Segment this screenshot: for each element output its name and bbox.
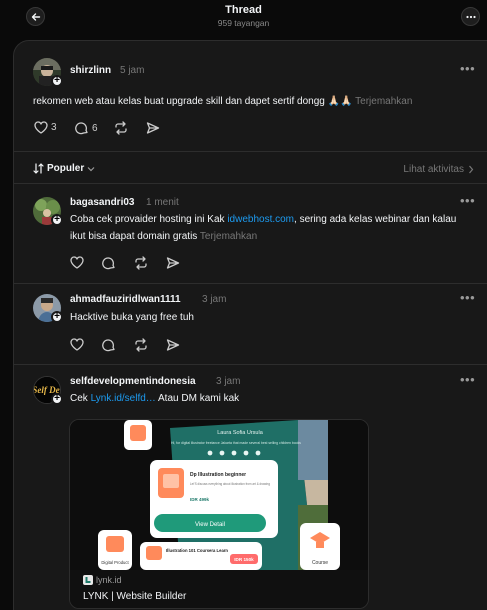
comment-icon: [102, 339, 115, 352]
reply-post: + ahmadfauziridlwan1111 3 jam ••• Hackti…: [14, 283, 487, 364]
preview-footer: lynk.id LYNK | Website Builder: [70, 570, 368, 608]
repost-button[interactable]: [114, 121, 128, 135]
username[interactable]: shirzlinn: [70, 65, 111, 76]
post-actions: 3 6: [34, 121, 234, 137]
post-link[interactable]: idwebhost.com: [227, 214, 294, 225]
view-activity-label: Lihat aktivitas: [403, 164, 464, 175]
post-body: Cek: [70, 393, 91, 404]
preview-card2-title: Illustration 101 Coursera Learn: [166, 548, 228, 553]
thread-panel: + shirzlinn 5 jam ••• rekomen web atau k…: [13, 40, 487, 610]
username[interactable]: ahmadfauziridlwan1111: [70, 294, 181, 305]
translate-link[interactable]: Terjemahkan: [200, 231, 257, 242]
repost-button[interactable]: [134, 256, 148, 270]
like-button[interactable]: [70, 338, 84, 351]
post-time: 1 menit: [146, 197, 179, 208]
reply-button[interactable]: [102, 338, 116, 352]
post-text: Coba cek provaider hosting ini Kak idweb…: [70, 211, 470, 245]
post-actions: [70, 256, 210, 272]
send-icon: [166, 339, 180, 351]
like-button[interactable]: [70, 256, 84, 269]
share-button[interactable]: [166, 256, 180, 270]
like-count: 3: [51, 122, 57, 133]
repost-icon: [135, 256, 147, 270]
preview-card-desc: Let'S discuss everything about illustrat…: [190, 482, 270, 486]
follow-plus-icon[interactable]: +: [51, 393, 63, 405]
post-body: Atau DM kami kak: [155, 393, 240, 404]
post-body: Coba cek provaider hosting ini Kak: [70, 214, 228, 225]
chevron-down-icon: [87, 166, 95, 171]
heart-icon: [70, 256, 84, 269]
send-icon: [166, 257, 180, 269]
preview-label-right: Course: [312, 560, 328, 566]
reply-post: + bagasandri03 1 menit ••• Coba cek prov…: [14, 183, 487, 283]
repost-icon: [115, 121, 127, 135]
main-post: + shirzlinn 5 jam ••• rekomen web atau k…: [14, 41, 487, 155]
sort-label: Populer: [47, 163, 85, 174]
like-button[interactable]: 3: [34, 121, 57, 134]
view-count: 959 tayangan: [217, 18, 270, 28]
thread-header: Thread 959 tayangan: [0, 0, 487, 40]
sort-bar: Populer Lihat aktivitas: [14, 155, 487, 183]
chevron-right-icon: [469, 165, 474, 174]
preview-domain-row: lynk.id: [83, 575, 122, 585]
more-horizontal-icon: [465, 15, 476, 18]
reply-button[interactable]: 6: [75, 121, 98, 135]
translate-link[interactable]: Terjemahkan: [355, 96, 412, 107]
follow-plus-icon[interactable]: +: [51, 311, 63, 323]
heart-icon: [70, 338, 84, 351]
repost-button[interactable]: [134, 338, 148, 352]
username[interactable]: bagasandri03: [70, 197, 134, 208]
post-more-icon[interactable]: •••: [460, 62, 475, 75]
preview-card-price: IDR 499k: [190, 497, 210, 502]
page-title: Thread: [225, 4, 262, 16]
post-text: rekomen web atau kelas buat upgrade skil…: [33, 93, 483, 110]
preview-domain: lynk.id: [96, 575, 122, 585]
lynk-favicon-icon: [83, 575, 93, 585]
post-time: 5 jam: [120, 65, 145, 76]
reply-count: 6: [92, 122, 98, 134]
preview-card2-price: IDR 150k: [234, 557, 254, 562]
preview-cta: View Detail: [195, 522, 225, 528]
preview-profile-name: Laura Sofia Ursula: [217, 430, 263, 436]
more-options-button[interactable]: [461, 7, 480, 26]
post-body: rekomen web atau kelas buat upgrade skil…: [33, 96, 353, 107]
post-time: 3 jam: [216, 376, 241, 387]
share-button[interactable]: [146, 121, 160, 135]
preview-title: LYNK | Website Builder: [83, 591, 187, 602]
divider: [14, 151, 487, 152]
link-preview-card[interactable]: Laura Sofia Ursula Hi, for digital illus…: [69, 419, 369, 609]
sort-icon: [33, 163, 44, 174]
sort-dropdown[interactable]: Populer: [33, 163, 95, 174]
send-icon: [146, 122, 160, 134]
post-more-icon[interactable]: •••: [460, 373, 475, 386]
repost-icon: [135, 338, 147, 352]
post-text: Hacktive buka yang free tuh: [70, 312, 194, 323]
post-text: Cek Lynk.id/selfd… Atau DM kami kak: [70, 390, 470, 407]
preview-illustration: Laura Sofia Ursula Hi, for digital illus…: [70, 420, 368, 570]
follow-plus-icon[interactable]: +: [51, 214, 63, 226]
share-button[interactable]: [166, 338, 180, 352]
post-actions: [70, 338, 210, 354]
reply-button[interactable]: [102, 256, 116, 270]
post-more-icon[interactable]: •••: [460, 194, 475, 207]
comment-icon: [75, 122, 88, 135]
follow-plus-icon[interactable]: +: [51, 75, 63, 87]
comment-icon: [102, 257, 115, 270]
preview-card-title: Dp Illustration beginner: [190, 472, 246, 478]
preview-profile-bio: Hi, for digital illustrator freelance Ja…: [171, 440, 301, 445]
post-time: 3 jam: [202, 294, 227, 305]
username[interactable]: selfdevelopmentindonesia: [70, 376, 196, 387]
post-link[interactable]: Lynk.id/selfd…: [91, 393, 156, 404]
preview-label-left: Digital Product: [101, 560, 129, 565]
view-activity-link[interactable]: Lihat aktivitas: [403, 164, 474, 175]
preview-image: Laura Sofia Ursula Hi, for digital illus…: [70, 420, 368, 570]
heart-icon: [34, 121, 48, 134]
post-more-icon[interactable]: •••: [460, 291, 475, 304]
